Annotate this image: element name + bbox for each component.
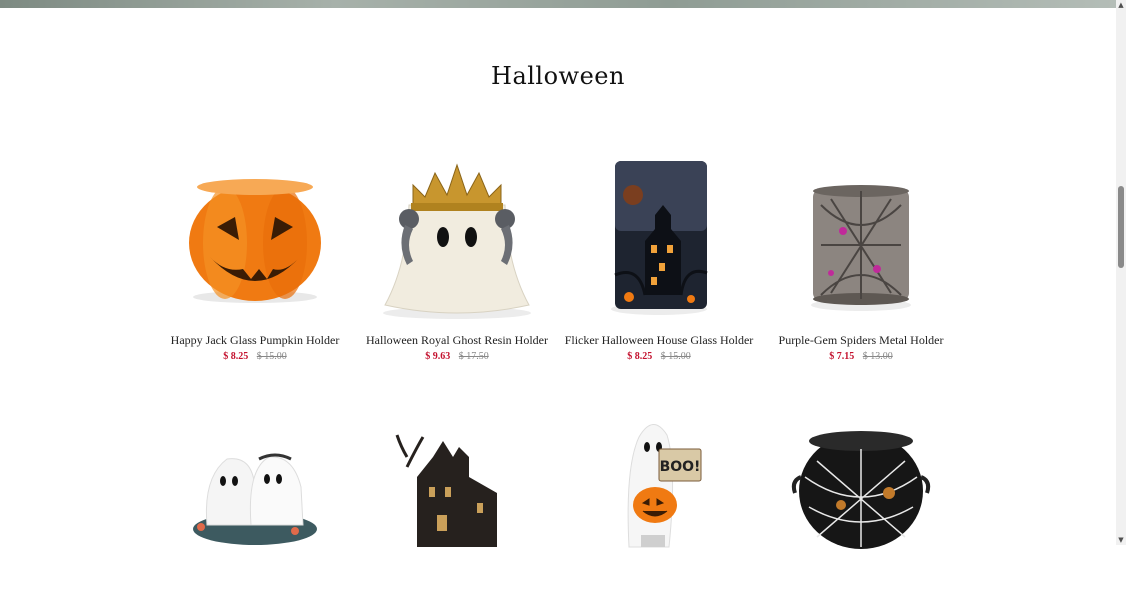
twin-ghosts-holder-image[interactable] [155, 407, 355, 587]
scroll-down-arrow-icon[interactable]: ▼ [1116, 535, 1126, 545]
product-name[interactable]: Flicker Halloween House Glass Holder [549, 333, 769, 348]
svg-text:BOO!: BOO! [660, 459, 701, 475]
product-prices: $ 8.25 $ 15.00 [155, 351, 355, 362]
original-price: $ 17.50 [458, 351, 489, 362]
sale-price: $ 8.25 [627, 351, 653, 362]
royal-ghost-holder-image[interactable] [357, 145, 557, 325]
spider-metal-holder-image[interactable] [761, 145, 961, 325]
scroll-up-arrow-icon[interactable]: ▲ [1116, 0, 1126, 10]
product-name[interactable]: Halloween Royal Ghost Resin Holder [347, 333, 567, 348]
top-hero-banner-strip [0, 0, 1116, 8]
pumpkin-holder-image[interactable] [155, 145, 355, 325]
original-price: $ 15.00 [256, 351, 287, 362]
sale-price: $ 8.25 [223, 351, 249, 362]
spiderweb-cauldron-holder-image[interactable] [761, 407, 961, 587]
sale-price: $ 7.15 [829, 351, 855, 362]
haunted-house-glass-holder-image[interactable] [559, 145, 759, 325]
original-price: $ 13.00 [862, 351, 893, 362]
product-name[interactable]: Purple-Gem Spiders Metal Holder [751, 333, 971, 348]
page-title: Halloween [491, 62, 625, 90]
original-price: $ 15.00 [660, 351, 691, 362]
boo-ghost-holder-image[interactable]: BOO! [559, 407, 759, 587]
product-name[interactable]: Happy Jack Glass Pumpkin Holder [145, 333, 365, 348]
product-prices: $ 9.63 $ 17.50 [357, 351, 557, 362]
haunted-house-figure-image[interactable] [357, 407, 557, 587]
vertical-scrollbar[interactable]: ▲ ▼ [1116, 0, 1126, 545]
product-prices: $ 7.15 $ 13.00 [761, 351, 961, 362]
sale-price: $ 9.63 [425, 351, 451, 362]
scrollbar-thumb[interactable] [1118, 186, 1124, 268]
product-prices: $ 8.25 $ 15.00 [559, 351, 759, 362]
